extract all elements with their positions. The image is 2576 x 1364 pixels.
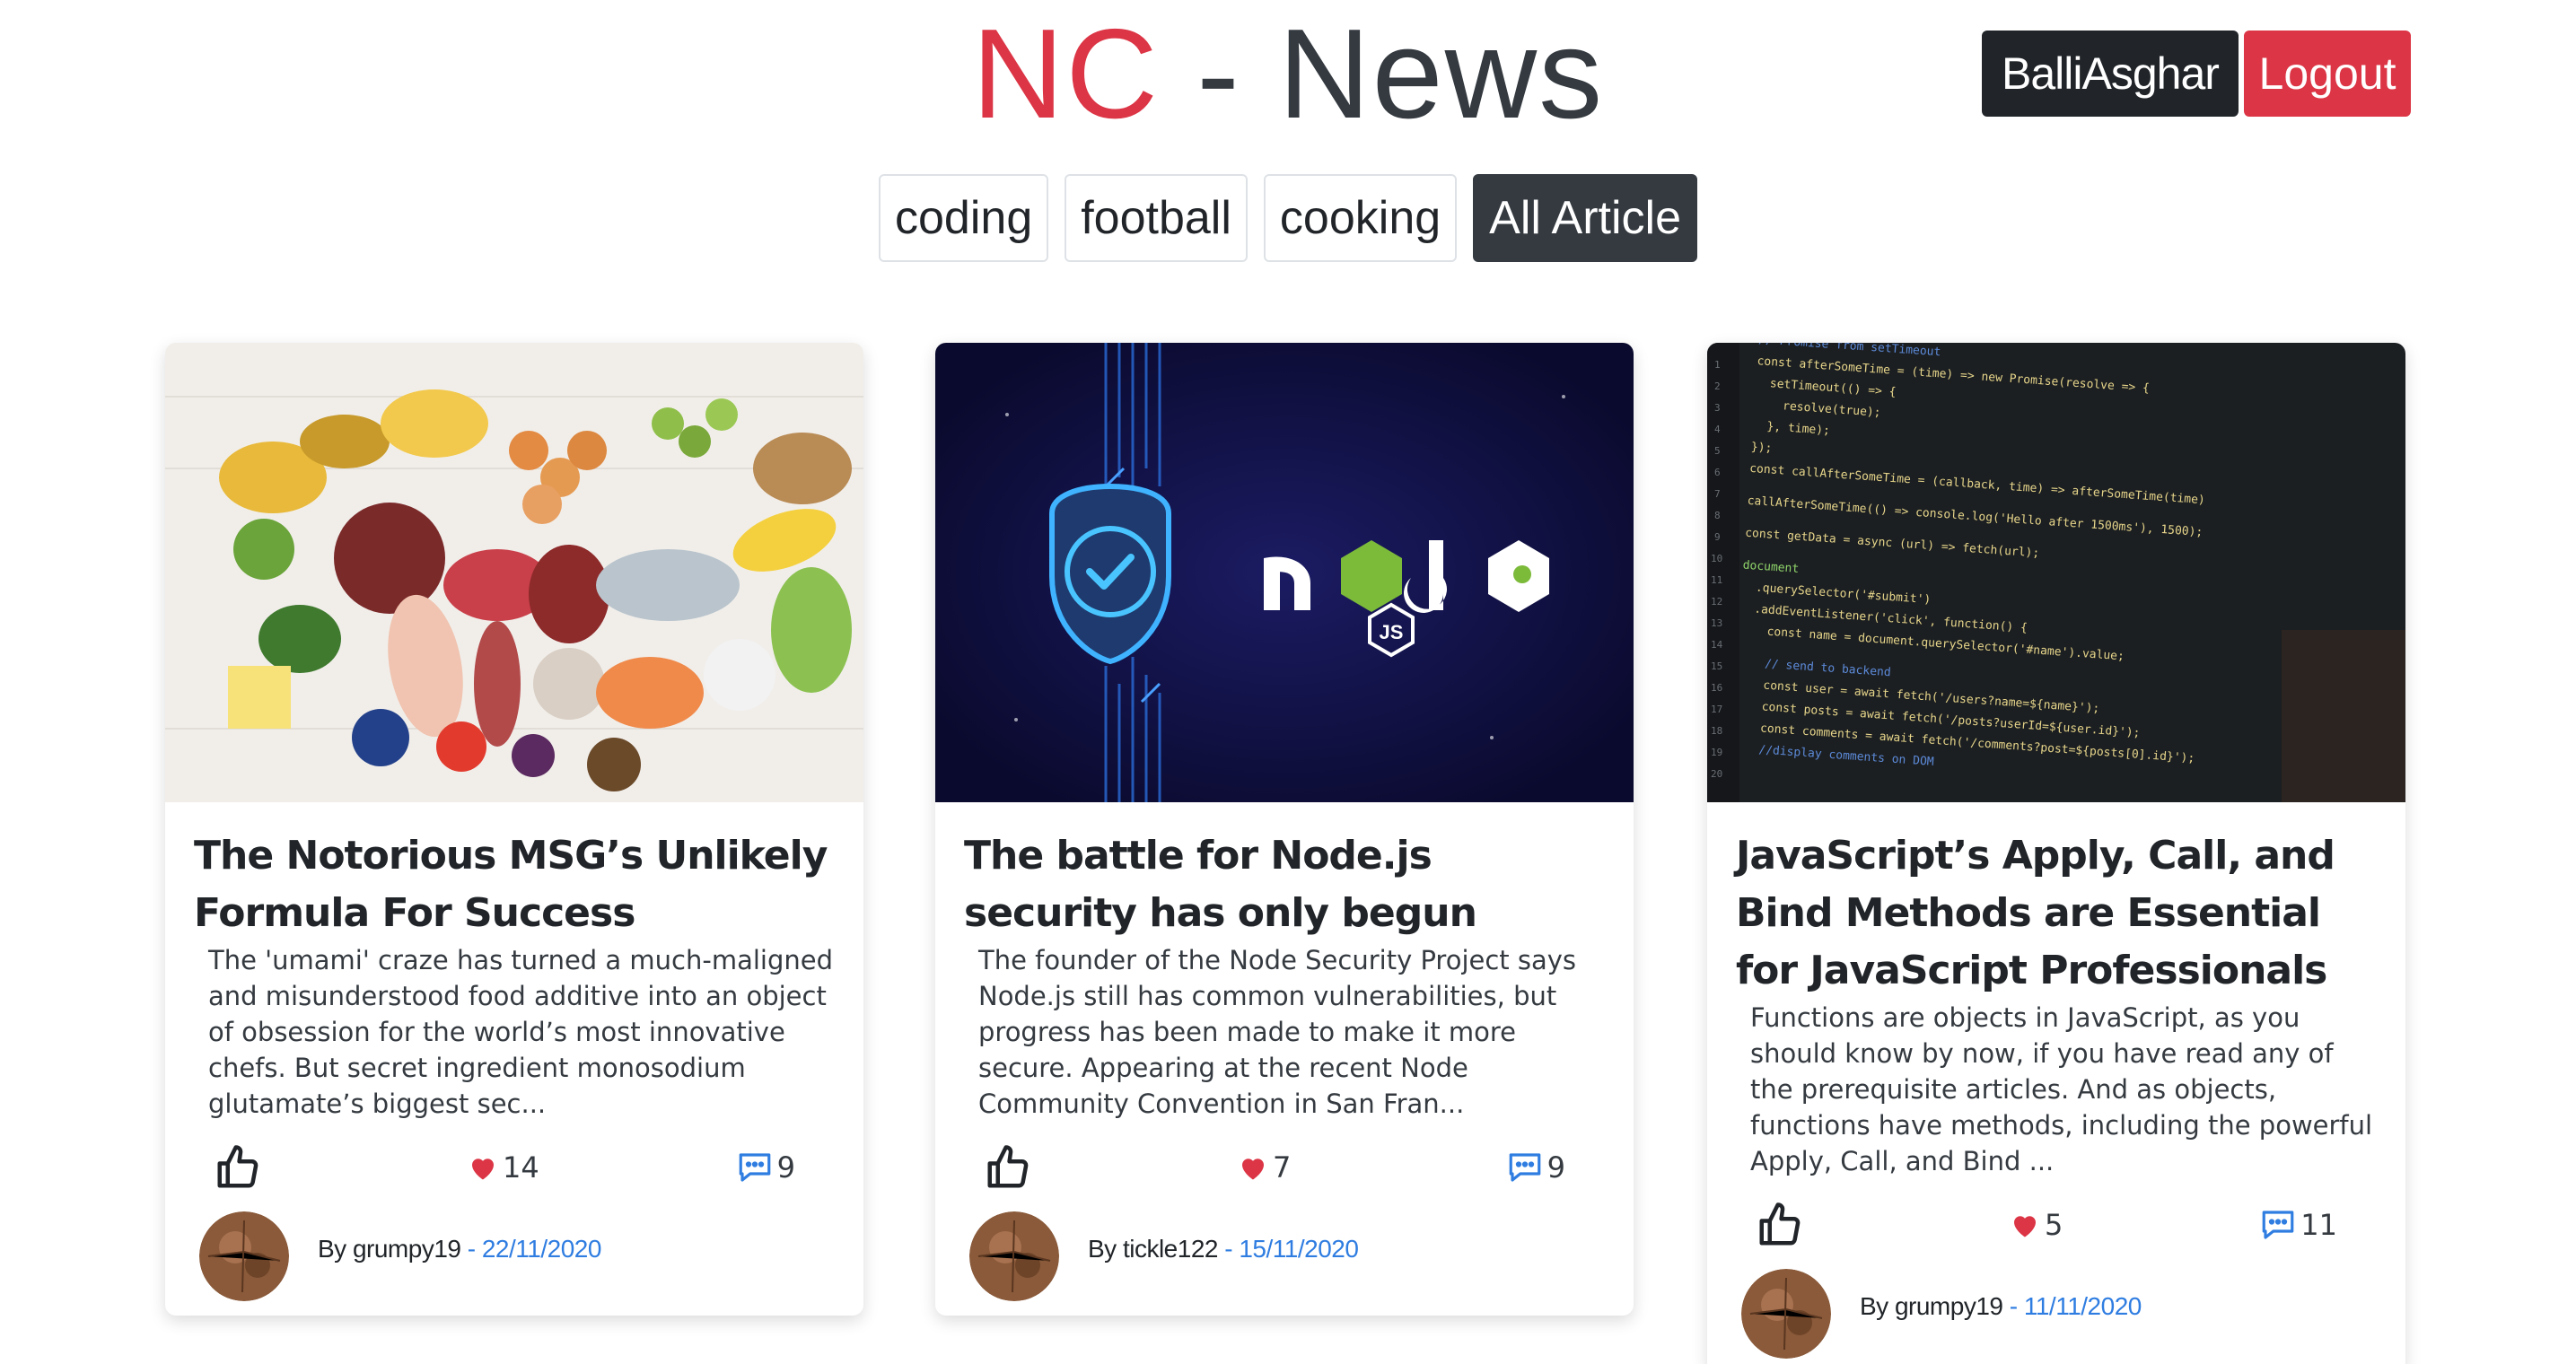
avatar [1741, 1269, 1831, 1359]
heart-icon [2014, 1216, 2036, 1237]
svg-text:11: 11 [1711, 574, 1722, 586]
heart-icon [1242, 1159, 1264, 1180]
comments-count: 9 [1546, 1150, 1565, 1185]
likes-counter[interactable]: 14 [467, 1143, 539, 1192]
avatar [969, 1211, 1059, 1301]
svg-text:18: 18 [1711, 725, 1722, 737]
article-card[interactable]: JS The battle for Node.js security has o… [935, 343, 1634, 1316]
article-image-code[interactable]: // Promise from setTimeout const afterSo… [1707, 343, 2405, 802]
article-stats: 14 9 [194, 1131, 835, 1208]
svg-text:5: 5 [1714, 445, 1721, 457]
likes-count: 14 [503, 1150, 539, 1185]
article-stats: 7 9 [964, 1131, 1605, 1208]
article-card[interactable]: // Promise from setTimeout const afterSo… [1707, 343, 2405, 1364]
avatar [199, 1211, 289, 1301]
svg-text:2: 2 [1714, 380, 1721, 392]
svg-text:10: 10 [1711, 553, 1722, 564]
article-title[interactable]: JavaScript’s Apply, Call, and Bind Metho… [1736, 827, 2377, 1000]
comment-icon [739, 1153, 770, 1182]
article-image-nodejs[interactable]: JS [935, 343, 1634, 802]
svg-text:1: 1 [1714, 359, 1721, 371]
article-card[interactable]: The Notorious MSG’s Unlikely Formula For… [165, 343, 863, 1316]
byline: By tickle122 - 15/11/2020 [1088, 1235, 1359, 1263]
topic-coding[interactable]: coding [879, 174, 1049, 262]
article-date: - 11/11/2020 [2002, 1292, 2142, 1320]
brand-news: - News [1159, 3, 1605, 145]
byline: By grumpy19 - 11/11/2020 [1860, 1292, 2142, 1321]
svg-text:12: 12 [1711, 596, 1722, 608]
article-date: - 15/11/2020 [1217, 1235, 1359, 1263]
thumbs-up-icon[interactable] [984, 1143, 1032, 1192]
svg-text:JS: JS [1380, 621, 1404, 643]
heart-icon [472, 1159, 494, 1180]
topic-cooking[interactable]: cooking [1263, 174, 1458, 262]
svg-text:15: 15 [1711, 660, 1722, 672]
svg-text:16: 16 [1711, 682, 1722, 694]
thumbs-up-icon[interactable] [1756, 1201, 1804, 1249]
user-button[interactable]: BalliAsghar [1982, 31, 2239, 117]
author-name[interactable]: By grumpy19 [318, 1235, 461, 1263]
likes-count: 5 [2045, 1208, 2063, 1242]
comments-count: 9 [776, 1150, 795, 1185]
likes-count: 7 [1273, 1150, 1292, 1185]
likes-counter[interactable]: 5 [2009, 1201, 2063, 1249]
comments-count: 11 [2300, 1208, 2337, 1242]
svg-text:19: 19 [1711, 747, 1722, 758]
comments-counter[interactable]: 9 [736, 1143, 795, 1192]
svg-text:4: 4 [1714, 424, 1721, 435]
comments-counter[interactable]: 9 [1506, 1143, 1565, 1192]
comments-counter[interactable]: 11 [2259, 1201, 2337, 1249]
brand-nc: NC [971, 3, 1160, 145]
topic-nav: coding football cooking All Article [0, 174, 2576, 262]
svg-text:13: 13 [1711, 617, 1722, 629]
article-date: - 22/11/2020 [460, 1235, 602, 1263]
svg-text:9: 9 [1714, 531, 1721, 543]
svg-text:});: }); [1750, 441, 1772, 456]
article-footer: By grumpy19 - 22/11/2020 [194, 1208, 835, 1316]
comment-icon [2262, 1211, 2294, 1239]
byline: By grumpy19 - 22/11/2020 [318, 1235, 601, 1263]
article-image-food[interactable] [165, 343, 863, 802]
article-title[interactable]: The Notorious MSG’s Unlikely Formula For… [194, 827, 835, 942]
topic-all-articles[interactable]: All Article [1473, 174, 1697, 262]
article-excerpt: The 'umami' craze has turned a much-mali… [208, 945, 834, 1119]
article-title[interactable]: The battle for Node.js security has only… [964, 827, 1605, 942]
article-footer: By tickle122 - 15/11/2020 [964, 1208, 1605, 1316]
author-name[interactable]: By tickle122 [1088, 1235, 1218, 1263]
thumbs-up-icon[interactable] [214, 1143, 262, 1192]
svg-text:14: 14 [1711, 639, 1723, 651]
comment-icon [1509, 1153, 1540, 1182]
author-name[interactable]: By grumpy19 [1860, 1292, 2003, 1320]
logout-button[interactable]: Logout [2244, 31, 2411, 117]
article-excerpt: The founder of the Node Security Project… [978, 945, 1577, 1119]
svg-text:17: 17 [1711, 704, 1722, 715]
topic-football[interactable]: football [1065, 174, 1248, 262]
svg-text:3: 3 [1714, 402, 1721, 414]
article-footer: By grumpy19 - 11/11/2020 [1736, 1265, 2377, 1364]
svg-text:20: 20 [1711, 768, 1722, 780]
article-excerpt: Functions are objects in JavaScript, as … [1750, 1002, 2373, 1176]
svg-text:7: 7 [1714, 488, 1721, 500]
svg-text:6: 6 [1714, 467, 1721, 478]
likes-counter[interactable]: 7 [1237, 1143, 1291, 1192]
svg-text:8: 8 [1714, 510, 1721, 521]
article-stats: 5 11 [1736, 1188, 2377, 1265]
